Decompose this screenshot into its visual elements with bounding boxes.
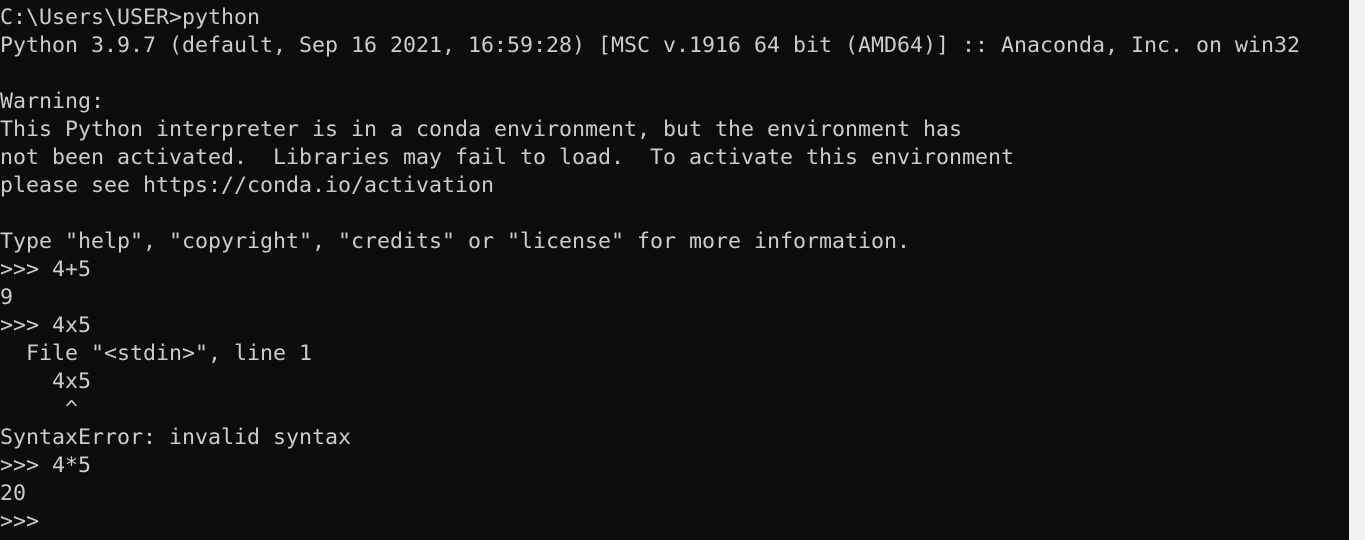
- console-line: 9: [0, 285, 14, 310]
- console-output[interactable]: C:\Users\USER>python Python 3.9.7 (defaul…: [0, 4, 1349, 540]
- console-line: Warning:: [0, 89, 105, 114]
- console-line: Type "help", "copyright", "credits" or "…: [0, 229, 911, 254]
- console-line: >>> 4+5: [0, 257, 92, 282]
- console-line: Python 3.9.7 (default, Sep 16 2021, 16:5…: [0, 33, 1301, 58]
- console-line: not been activated. Libraries may fail t…: [0, 145, 1015, 170]
- vertical-scrollbar[interactable]: [1349, 0, 1365, 540]
- console-line: >>> 4x5: [0, 313, 92, 338]
- console-line: This Python interpreter is in a conda en…: [0, 117, 963, 142]
- console-line: C:\Users\USER>python: [0, 5, 261, 30]
- console-line: File "<stdin>", line 1: [0, 341, 313, 366]
- console-line: 4x5: [0, 369, 92, 394]
- console-line: 20: [0, 481, 27, 506]
- console-line: >>> 4*5: [0, 453, 92, 478]
- input-prompt-line[interactable]: >>>: [0, 508, 1349, 536]
- console-line: SyntaxError: invalid syntax: [0, 425, 352, 450]
- console-line: please see https://conda.io/activation: [0, 173, 495, 198]
- console-line: ^: [0, 397, 79, 422]
